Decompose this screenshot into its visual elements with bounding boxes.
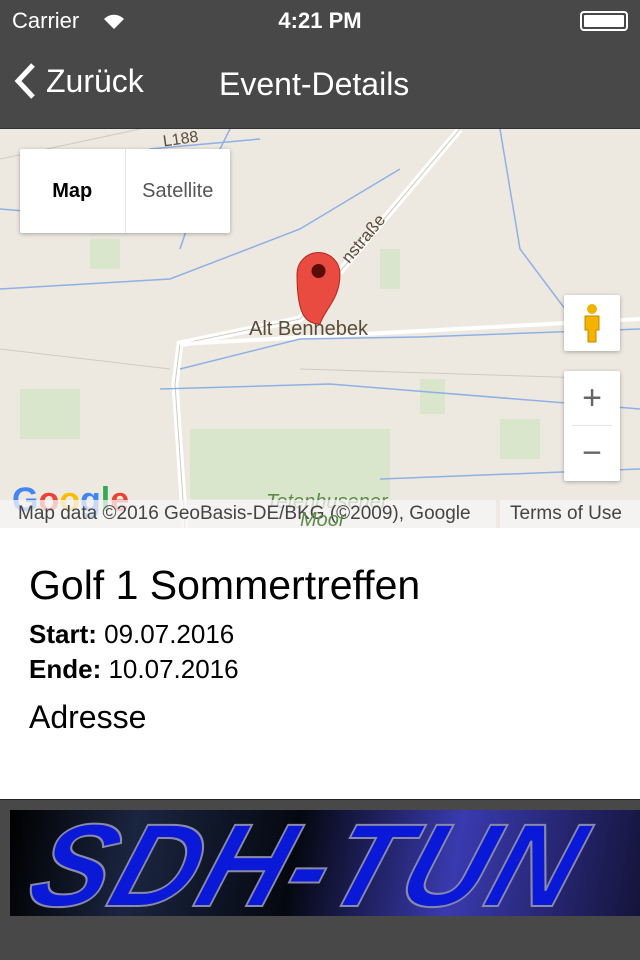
end-date: 10.07.2016 (108, 654, 239, 684)
battery-icon (580, 11, 628, 31)
map-type-satellite-button[interactable]: Satellite (126, 149, 231, 233)
start-label: Start: (29, 619, 97, 649)
map-type-map-button[interactable]: Map (20, 149, 126, 233)
place-label: Alt Bennebek (249, 318, 368, 340)
street-view-pegman-button[interactable] (564, 295, 620, 351)
banner-logo-text: SDH-TUN (14, 810, 604, 916)
clock: 4:21 PM (278, 8, 362, 33)
map-view[interactable]: L188 nstraße Alt Bennebek Tetenhusener M… (0, 128, 640, 528)
back-label: Zurück (46, 62, 144, 99)
start-row: Start: 09.07.2016 (29, 619, 640, 650)
terms-of-use-link[interactable]: Terms of Use (500, 500, 640, 528)
sponsor-banner[interactable]: SDH-TUN (10, 810, 640, 916)
status-bar: Carrier 4:21 PM (0, 0, 640, 40)
end-row: Ende: 10.07.2016 (29, 654, 640, 685)
event-details: Golf 1 Sommertreffen Start: 09.07.2016 E… (0, 528, 640, 800)
page-title: Event-Details (219, 66, 410, 102)
end-label: Ende: (29, 654, 102, 684)
start-date: 09.07.2016 (104, 619, 235, 649)
zoom-in-button[interactable]: + (572, 371, 612, 426)
pegman-icon (584, 304, 600, 343)
chevron-left-icon (14, 63, 35, 99)
back-button[interactable]: Zurück (14, 62, 144, 100)
attribution-text: Map data ©2016 GeoBasis-DE/BKG (©2009), … (0, 500, 496, 528)
zoom-control: + − (564, 371, 620, 481)
address-heading: Adresse (29, 699, 147, 735)
map-type-control: Map Satellite (20, 149, 230, 233)
area-label-line-2: Moor (300, 509, 346, 528)
navigation-bar: Zurück Event-Details (0, 40, 640, 128)
zoom-out-button[interactable]: − (564, 426, 620, 481)
event-title: Golf 1 Sommertreffen (29, 562, 421, 608)
